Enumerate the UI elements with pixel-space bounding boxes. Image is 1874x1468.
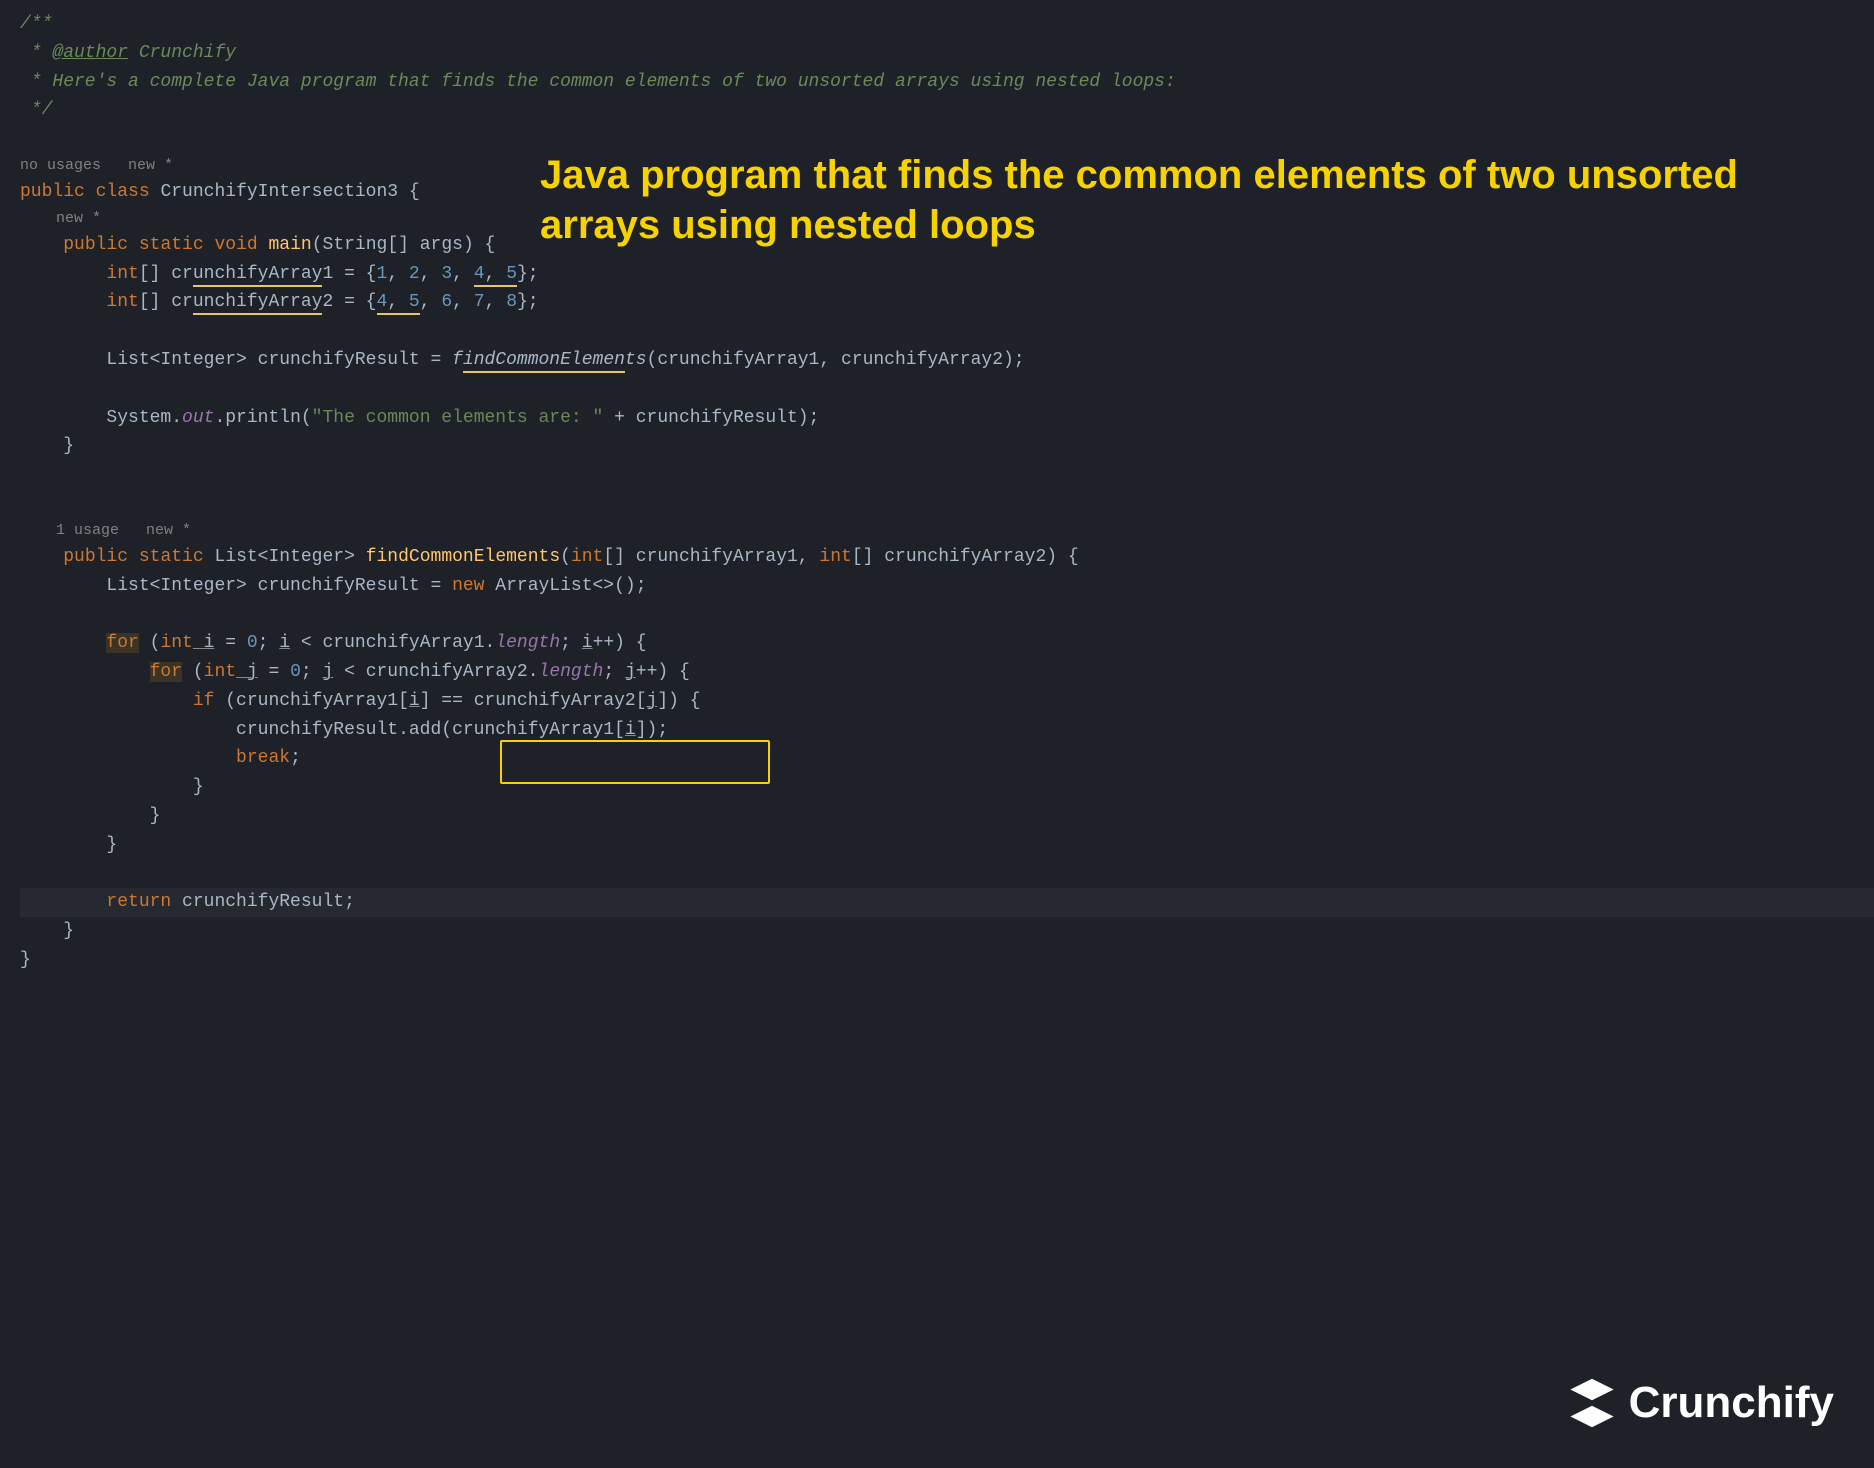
code-line: public class CrunchifyIntersection3 {	[20, 178, 1874, 207]
logo-text: Crunchify	[1629, 1368, 1834, 1438]
code-line: }	[20, 773, 1874, 802]
code-line: }	[20, 802, 1874, 831]
code-line: public static List<Integer> findCommonEl…	[20, 543, 1874, 572]
code-line: for (int j = 0; j < crunchifyArray2.leng…	[20, 658, 1874, 687]
comment-line: /**	[20, 10, 1874, 39]
code-line: crunchifyResult.add(crunchifyArray1[i]);	[20, 716, 1874, 745]
code-line: }	[20, 917, 1874, 946]
code-line	[20, 490, 1874, 519]
comment-line: * @author Crunchify	[20, 39, 1874, 68]
code-line: int[] crunchifyArray1 = {1, 2, 3, 4, 5};	[20, 260, 1874, 289]
code-line: int[] crunchifyArray2 = {4, 5, 6, 7, 8};	[20, 288, 1874, 317]
code-line	[20, 860, 1874, 889]
code-line	[20, 125, 1874, 154]
code-line	[20, 600, 1874, 629]
code-line	[20, 375, 1874, 404]
code-line: }	[20, 946, 1874, 975]
crunchify-logo: Crunchify	[1565, 1368, 1834, 1438]
comment-line: */	[20, 96, 1874, 125]
code-line	[20, 461, 1874, 490]
code-line: if (crunchifyArray1[i] == crunchifyArray…	[20, 687, 1874, 716]
usage-annotation: 1 usage new *	[20, 519, 1874, 543]
usage-annotation: no usages new *	[20, 154, 1874, 178]
code-line: }	[20, 831, 1874, 860]
code-line	[20, 317, 1874, 346]
code-line: List<Integer> crunchifyResult = new Arra…	[20, 572, 1874, 601]
code-line: public static void main(String[] args) {	[20, 231, 1874, 260]
code-line: System.out.println("The common elements …	[20, 404, 1874, 433]
code-editor[interactable]: /** * @author Crunchify * Here's a compl…	[20, 10, 1874, 975]
crunchify-logo-icon	[1565, 1376, 1619, 1430]
code-line: return crunchifyResult;	[20, 888, 1874, 917]
code-line: break;	[20, 744, 1874, 773]
usage-annotation: new *	[20, 207, 1874, 231]
code-line: for (int i = 0; i < crunchifyArray1.leng…	[20, 629, 1874, 658]
code-line: List<Integer> crunchifyResult = findComm…	[20, 346, 1874, 375]
code-line: }	[20, 432, 1874, 461]
comment-line: * Here's a complete Java program that fi…	[20, 68, 1874, 97]
